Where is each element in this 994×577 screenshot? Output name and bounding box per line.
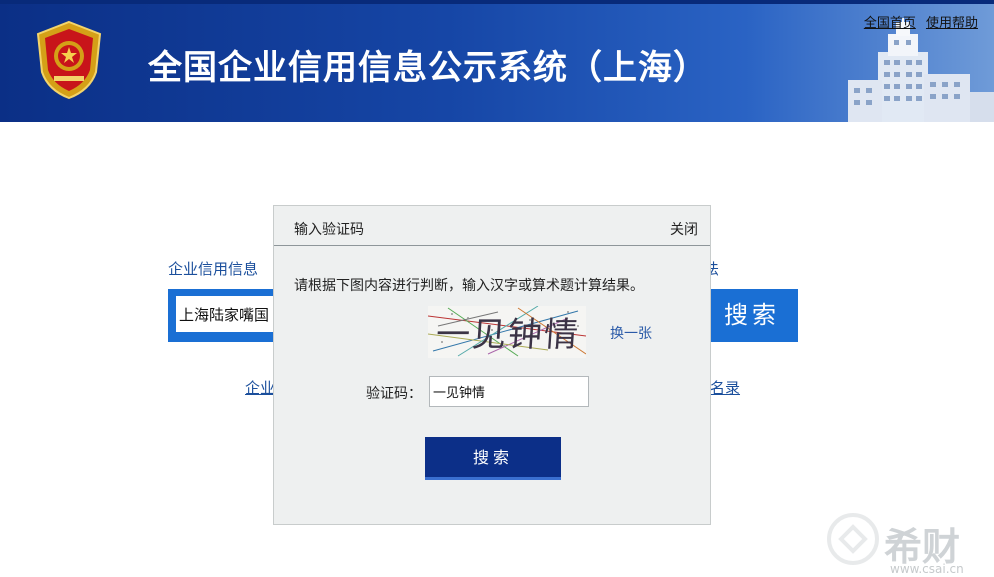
captcha-code-input[interactable] — [429, 376, 589, 407]
top-links: 全国首页 使用帮助 — [858, 12, 978, 31]
home-link[interactable]: 全国首页 — [864, 16, 916, 31]
refresh-captcha-link[interactable]: 换一张 — [610, 323, 652, 343]
submit-button[interactable]: 搜索 — [425, 437, 561, 480]
captcha-text: 一见钟情 — [435, 315, 582, 355]
captcha-dialog: 输入验证码 关闭 请根据下图内容进行判断，输入汉字或算术题计算结果。 一见钟情 … — [273, 205, 711, 525]
header-stripe — [0, 0, 994, 4]
bottom-link-right[interactable]: 名录 — [710, 377, 740, 398]
watermark-logo-icon — [827, 513, 879, 565]
captcha-noise: 一见钟情 — [428, 306, 586, 358]
dialog-header: 输入验证码 关闭 — [274, 206, 710, 246]
search-button[interactable]: 搜索 — [712, 296, 792, 334]
tab-enterprise-credit[interactable]: 企业信用信息 — [168, 258, 258, 279]
building-illustration — [848, 18, 994, 122]
captcha-instruction: 请根据下图内容进行判断，输入汉字或算术题计算结果。 — [294, 278, 644, 294]
captcha-image: 一见钟情 — [428, 306, 586, 358]
bottom-link-left[interactable]: 企业 — [245, 377, 275, 398]
national-emblem-icon — [36, 20, 102, 100]
dialog-title: 输入验证码 — [294, 222, 364, 238]
site-header: 全国企业信用信息公示系统（上海） 全国首页 使用帮助 — [0, 0, 994, 122]
site-title: 全国企业信用信息公示系统（上海） — [148, 48, 708, 88]
help-link[interactable]: 使用帮助 — [926, 16, 978, 31]
page: 全国企业信用信息公示系统（上海） 全国首页 使用帮助 企业信用信息 法 上海陆家… — [0, 0, 994, 577]
code-label: 验证码： — [366, 386, 422, 402]
close-button[interactable]: 关闭 — [670, 219, 698, 239]
watermark-url: www.csai.cn — [890, 562, 964, 576]
